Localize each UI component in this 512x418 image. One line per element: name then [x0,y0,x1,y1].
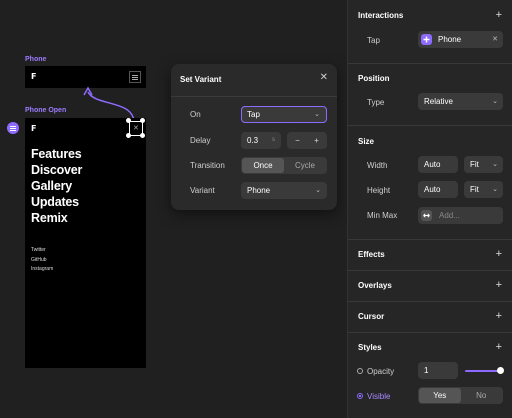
height-mode-select[interactable]: Fit ⌄ [464,181,503,198]
on-select[interactable]: Tap ⌄ [241,106,327,123]
minmax-label: Min Max [367,211,398,220]
decrement-button[interactable]: − [288,133,307,148]
height-input[interactable]: Auto [418,181,458,198]
menu-list: Features Discover Gallery Updates Remix [31,146,82,226]
minmax-add-field[interactable]: Add... [418,207,503,224]
modal-title: Set Variant [180,75,222,84]
resize-handle[interactable] [140,118,145,123]
variant-select[interactable]: Phone ⌄ [241,182,327,199]
menu-item: Remix [31,211,68,225]
remove-icon[interactable]: ✕ [492,31,498,48]
add-style-button[interactable]: + [496,342,502,353]
visible-option-yes[interactable]: Yes [419,388,461,403]
resize-handle[interactable] [126,133,131,138]
type-label: Type [367,98,385,107]
set-variant-modal: Set Variant ✕ On Tap ⌄ Delay 0.3 s − + T… [171,64,337,210]
section-title-interactions: Interactions [358,11,404,20]
framer-logo-icon: F [31,124,37,133]
divider [348,63,512,64]
resize-handle[interactable] [140,133,145,138]
visible-toggle-icon[interactable] [357,393,363,399]
opacity-slider-track[interactable] [465,370,500,372]
divider [348,239,512,240]
delay-unit: s [272,137,275,143]
divider [348,125,512,126]
social-links: Twitter GitHub Instagram [31,246,53,275]
visible-label: Visible [367,392,391,401]
social-link: Instagram [31,266,54,272]
social-link: Twitter [31,247,46,253]
variant-label: Variant [190,186,215,195]
section-title-position: Position [358,74,390,83]
add-interaction-button[interactable]: + [496,10,502,21]
variant-select-value: Phone [247,186,271,195]
minmax-placeholder: Add... [439,211,460,220]
close-icon: ✕ [133,125,139,132]
transition-toggle: Once Cycle [241,157,327,174]
chevron-down-icon: ⌄ [492,98,498,105]
divider [348,332,512,333]
menu-item: Gallery [31,179,72,193]
chevron-down-icon: ⌄ [492,186,498,193]
increment-button[interactable]: + [307,133,326,148]
tap-target-field[interactable]: Phone ✕ [418,31,503,48]
position-type-value: Relative [424,97,453,106]
frame-label-phone-open[interactable]: Phone Open [25,107,66,114]
visible-toggle: Yes No [418,387,503,404]
width-mode-value: Fit [470,160,479,169]
delay-value: 0.3 [247,136,259,145]
menu-item: Features [31,147,82,161]
visible-option-no[interactable]: No [461,388,503,403]
divider [348,270,512,271]
chevron-down-icon: ⌄ [314,111,320,118]
section-title-overlays: Overlays [358,281,392,290]
plus-icon [421,34,432,45]
resize-arrows-icon [421,210,432,221]
section-title-cursor: Cursor [358,312,385,321]
on-select-value: Tap [247,110,260,119]
opacity-input[interactable]: 1 [418,362,458,379]
section-title-effects: Effects [358,250,385,259]
section-title-styles: Styles [358,343,382,352]
delay-input[interactable]: 0.3 s [241,132,281,149]
menu-item: Updates [31,195,79,209]
transition-option-cycle[interactable]: Cycle [284,158,326,173]
resize-handle[interactable] [126,118,131,123]
delay-label: Delay [190,136,211,145]
opacity-label: Opacity [367,367,395,376]
on-label: On [190,110,201,119]
transition-label: Transition [190,161,225,170]
modal-divider [171,96,337,97]
tap-label: Tap [367,36,380,45]
height-label: Height [367,186,391,195]
add-overlay-button[interactable]: + [496,280,502,291]
properties-panel: Interactions + Tap Phone ✕ Position Type… [347,0,512,418]
transition-option-once[interactable]: Once [242,158,284,173]
opacity-slider-knob[interactable] [497,367,504,374]
add-cursor-button[interactable]: + [496,311,502,322]
social-link: GitHub [31,256,47,263]
tap-target-value: Phone [438,35,462,44]
menu-item: Discover [31,163,83,177]
delay-stepper: − + [287,132,327,149]
width-label: Width [367,161,388,170]
chevron-down-icon: ⌄ [492,161,498,168]
modal-close-icon[interactable]: ✕ [320,73,328,83]
add-effect-button[interactable]: + [496,249,502,260]
chevron-down-icon: ⌄ [315,187,321,194]
width-input[interactable]: Auto [418,156,458,173]
opacity-toggle-icon[interactable] [357,368,363,374]
height-mode-value: Fit [470,185,479,194]
section-title-size: Size [358,137,375,146]
position-type-select[interactable]: Relative ⌄ [418,93,503,110]
width-mode-select[interactable]: Fit ⌄ [464,156,503,173]
divider [348,301,512,302]
component-badge-icon[interactable] [7,122,19,134]
